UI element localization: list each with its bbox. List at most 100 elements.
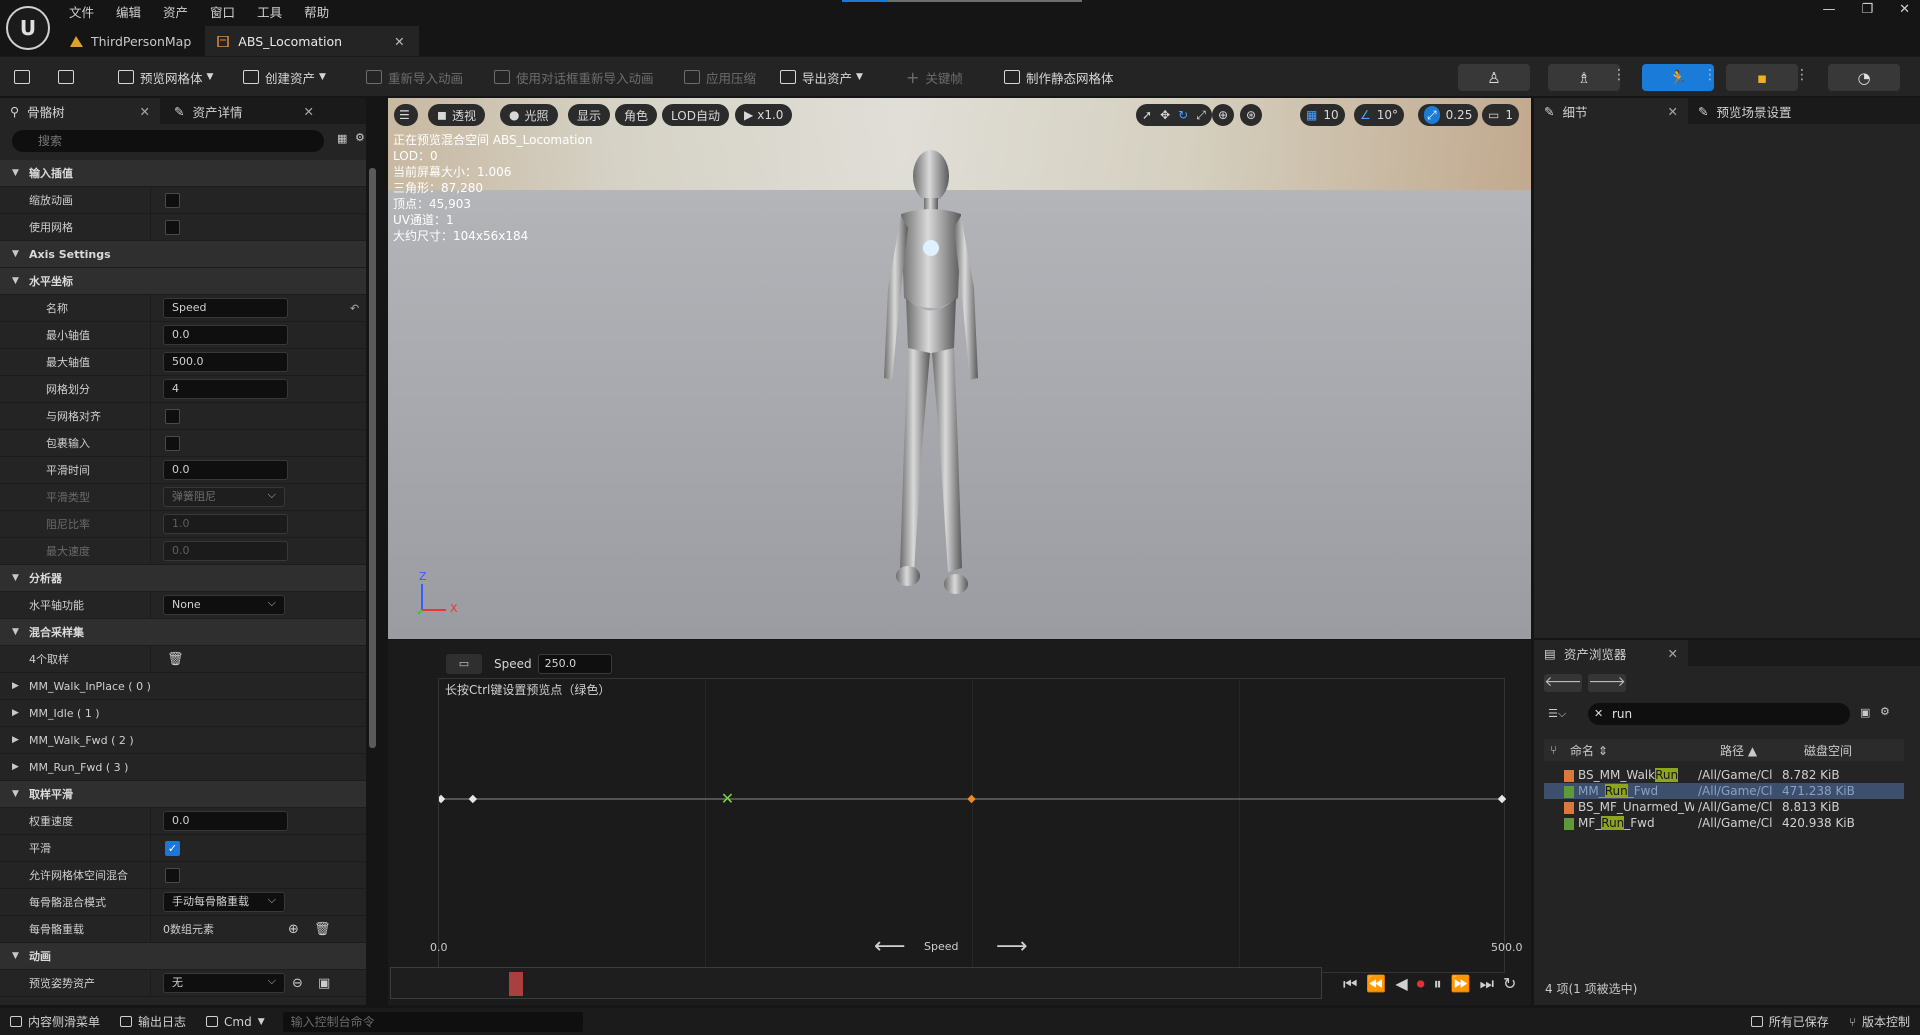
property-value-input[interactable]: 1.0 [163,514,288,534]
cmd-dropdown[interactable]: Cmd ▼ [196,1015,275,1029]
expand-icon[interactable]: ▼ [12,789,19,799]
unreal-logo-icon[interactable]: U [6,6,50,50]
property-category[interactable]: ▼ 混合采样集 [0,619,366,646]
property-category[interactable]: ▼ 输入插值 [0,160,366,187]
expand-icon[interactable]: ▼ [12,627,19,637]
menu-item[interactable]: 编辑 [105,0,152,22]
play-reverse-icon[interactable]: ◀ [1395,974,1407,994]
menu-item[interactable]: 工具 [246,0,293,22]
left-panel-scrollbar[interactable] [369,168,376,748]
tab-skeleton-tree[interactable]: ⚲ 骨骼树 ✕ [0,98,160,124]
grid-snap-button[interactable]: ▦ 10 [1300,104,1345,126]
tab-preview-scene-settings[interactable]: ✎ 预览场景设置 [1688,98,1848,124]
skip-to-start-icon[interactable]: ⏮ [1343,974,1357,994]
step-back-icon[interactable]: ⏪ [1366,974,1386,994]
column-path-header[interactable]: 路径 ▲ [1720,742,1804,759]
property-value-input[interactable]: 0.0 [163,541,288,561]
pause-icon[interactable]: ⏸ [1434,974,1442,994]
property-checkbox[interactable]: ✓ [165,840,180,856]
playhead[interactable] [509,972,523,996]
loop-icon[interactable]: ↻ [1503,974,1516,994]
save-button[interactable] [14,64,36,90]
filter-icon[interactable]: ☰⌵ [1548,707,1566,721]
clear-search-icon[interactable]: ✕ [1594,707,1603,720]
mesh-mode-button[interactable]: ♗ [1548,64,1620,91]
menu-item[interactable]: 文件 [58,0,105,22]
expand-icon[interactable]: ▼ [12,276,19,286]
close-window-icon[interactable]: ✕ [1899,2,1910,17]
skip-to-end-icon[interactable]: ⏭ [1480,974,1494,994]
show-button[interactable]: 显示 [568,104,611,126]
physics-mode-button[interactable]: ◔ [1828,64,1900,91]
asset-row[interactable]: MM_Run_Fwd/All/Game/Cl 471.238 KiB [1544,783,1904,799]
property-dropdown[interactable]: 手动每骨骼重载 [163,891,285,912]
property-category[interactable]: ▼ 取样平滑 [0,781,366,808]
camera-speed-button[interactable]: ▭ 1 [1482,104,1519,126]
tab-asset-browser[interactable]: ▤ 资产浏览器 ✕ [1534,640,1688,666]
lod-button[interactable]: LOD自动 [662,104,729,126]
sample-point[interactable] [1497,794,1506,804]
property-dropdown[interactable]: 弹簧阻尼 [163,486,285,507]
menu-item[interactable]: 帮助 [293,0,340,22]
sample-point[interactable] [468,794,478,804]
property-checkbox[interactable] [165,219,180,235]
lit-button[interactable]: ● 光照 [500,104,558,126]
trash-icon[interactable]: 🗑 [314,922,331,937]
preview-point-icon[interactable]: ✕ [721,789,734,808]
add-element-icon[interactable]: ⊕ [288,922,299,937]
expand-icon[interactable]: ▼ [12,249,19,259]
asset-row[interactable]: BS_MM_WalkRun/All/Game/Cl 8.782 KiB [1544,767,1904,783]
tab-abs-locomation[interactable]: ABS_Locomation ✕ [205,26,419,56]
column-size-header[interactable]: 磁盘空间 [1804,742,1904,759]
column-options-icon[interactable]: ⑂ [1544,743,1570,757]
kebab-menu-icon[interactable]: ⋮ [1703,67,1717,83]
forward-button[interactable]: 🡒 [1588,674,1626,692]
search-input[interactable]: 搜索 [12,130,324,152]
property-row[interactable]: ▶ MM_Run_Fwd ( 3 ) [0,754,366,781]
asset-row[interactable]: BS_MF_Unarmed_Walk/All/Game/Cl 8.813 KiB [1544,799,1904,815]
create-asset-button[interactable]: 创建资产 ▼ [243,64,326,90]
property-checkbox[interactable] [165,435,180,451]
back-button[interactable]: 🡐 [1544,674,1582,692]
tooltip-toggle-button[interactable]: ▭ [446,654,482,674]
close-icon[interactable]: ✕ [1668,104,1678,119]
tab-thirdpersonmap[interactable]: ThirdPersonMap [58,26,205,56]
scale-snap-button[interactable]: ⤢ 0.25 [1418,104,1479,126]
content-drawer-button[interactable]: 内容侧滑菜单 [0,1013,110,1030]
arrow-use-icon[interactable]: ⊖ [292,976,303,991]
make-static-mesh-button[interactable]: 制作静态网格体 [1004,64,1114,90]
property-category[interactable]: ▼ 分析器 [0,565,366,592]
menu-item[interactable]: 资产 [152,0,199,22]
save-search-icon[interactable]: ▣ [1860,706,1870,719]
source-control-button[interactable]: ⑂ 版本控制 [1839,1013,1920,1030]
gear-icon[interactable]: ⚙ [355,131,365,144]
keyframe-button[interactable]: + 关键帧 [906,64,963,90]
export-asset-button[interactable]: 导出资产 ▼ [780,64,863,90]
grid-view-icon[interactable]: ▦ [337,132,347,145]
property-value-input[interactable]: 0.0 [163,460,288,480]
reimport-button[interactable]: 重新导入动画 [366,64,463,90]
property-value-input[interactable]: 0.0 [163,325,288,345]
sample-point[interactable] [967,794,976,804]
viewport[interactable]: ☰ ◼ 透视 ● 光照 显示 角色 LOD自动 ▶ x1.0 ➚ ✥ ↻ ⤢ ⊕ ⊛ ▦ 10… [388,98,1531,639]
blueprint-mode-button[interactable]: ▪ [1726,64,1798,91]
preview-mesh-button[interactable]: 预览网格体 ▼ [118,64,213,90]
close-icon[interactable]: ✕ [394,34,404,49]
kebab-menu-icon[interactable]: ⋮ [1612,67,1626,83]
property-row[interactable]: ▶ MM_Walk_Fwd ( 2 ) [0,727,366,754]
property-dropdown[interactable]: None [163,594,285,615]
asset-search-input[interactable]: run [1588,703,1850,725]
console-input[interactable]: 输入控制台命令 [282,1011,583,1032]
collapse-icon[interactable]: ▶ [12,708,19,718]
close-icon[interactable]: ✕ [1668,646,1678,661]
perspective-button[interactable]: ◼ 透视 [428,104,485,126]
tab-asset-details[interactable]: ✎ 资产详情 ✕ [164,98,324,124]
browse-folder-icon[interactable]: ▣ [318,976,330,991]
parameter-value-input[interactable]: 250.0 [537,654,612,674]
character-button[interactable]: 角色 [615,104,658,126]
expand-icon[interactable]: ▼ [12,951,19,961]
surface-snap-button[interactable]: ⊛ [1240,104,1263,126]
property-value-input[interactable]: 500.0 [163,352,288,372]
property-value-input[interactable]: 4 [163,379,288,399]
step-forward-icon[interactable]: ⏩ [1451,974,1471,994]
